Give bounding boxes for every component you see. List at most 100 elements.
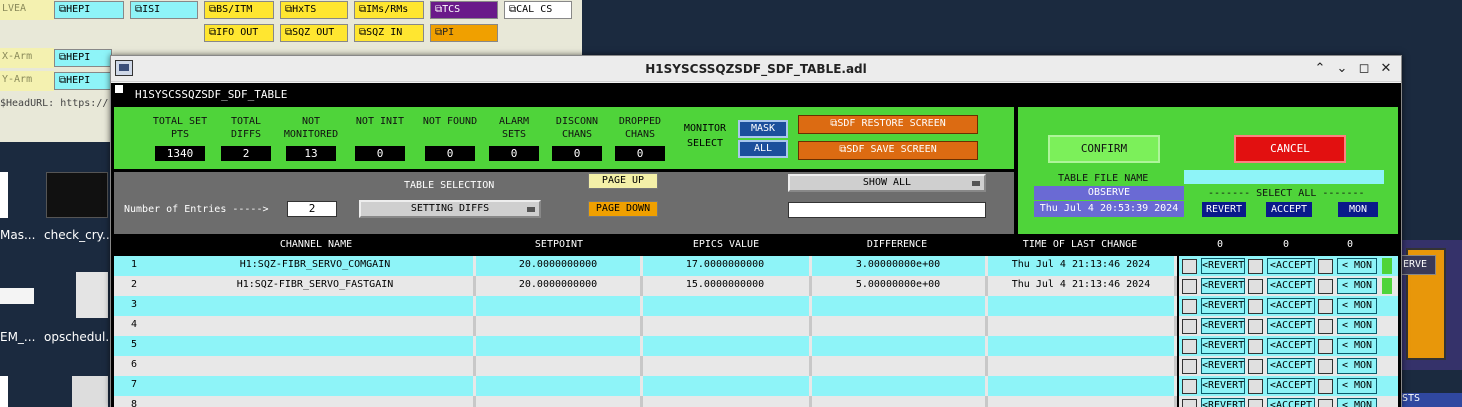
mon-row-button[interactable]: < MON xyxy=(1337,398,1377,407)
desktop-thumb-2[interactable] xyxy=(46,172,108,218)
bg-imsrms-button[interactable]: ⧉IMs/RMs xyxy=(354,1,424,19)
accept-checkbox[interactable] xyxy=(1248,339,1263,354)
bg-tcs-button[interactable]: ⧉TCS xyxy=(430,1,498,19)
accept-checkbox[interactable] xyxy=(1248,359,1263,374)
accept-row-button[interactable]: <ACCEPT xyxy=(1267,278,1315,294)
bg-hxts-button[interactable]: ⧉HxTS xyxy=(280,1,348,19)
window-titlebar[interactable]: H1SYSCSSQZSDF_SDF_TABLE.adl ⌃ ⌄ ◻ ✕ xyxy=(111,56,1401,82)
cancel-button[interactable]: CANCEL xyxy=(1234,135,1346,163)
bg-sqzout-button[interactable]: ⧉SQZ OUT xyxy=(280,24,348,42)
counter-not-monitored: NOT MONITORED 13 xyxy=(283,116,339,161)
mask-button[interactable]: MASK xyxy=(738,120,788,138)
accept-checkbox[interactable] xyxy=(1248,319,1263,334)
revert-row-button[interactable]: <REVERT xyxy=(1201,318,1245,334)
revert-all-button[interactable]: REVERT xyxy=(1202,202,1246,217)
accept-row-button[interactable]: <ACCEPT xyxy=(1267,298,1315,314)
bg-sqzin-button[interactable]: ⧉SQZ IN xyxy=(354,24,424,42)
accept-row-button[interactable]: <ACCEPT xyxy=(1267,338,1315,354)
filter-input[interactable] xyxy=(788,202,986,218)
mon-row-button[interactable]: < MON xyxy=(1337,318,1377,334)
page-down-button[interactable]: PAGE DOWN xyxy=(588,201,658,217)
mon-row-button[interactable]: < MON xyxy=(1337,338,1377,354)
desktop-thumb-4[interactable] xyxy=(76,272,108,318)
desktop-thumb-1[interactable] xyxy=(0,172,8,218)
revert-checkbox[interactable] xyxy=(1182,259,1197,274)
epics-value-cell: 15.0000000000 xyxy=(685,279,765,290)
revert-checkbox[interactable] xyxy=(1182,319,1197,334)
mon-checkbox[interactable] xyxy=(1318,379,1333,394)
mon-checkbox[interactable] xyxy=(1318,259,1333,274)
desktop-label-opschedul[interactable]: opschedul... xyxy=(44,330,117,344)
mon-checkbox[interactable] xyxy=(1318,339,1333,354)
bg-bsitm-button[interactable]: ⧉BS/ITM xyxy=(204,1,274,19)
revert-checkbox[interactable] xyxy=(1182,299,1197,314)
revert-row-button[interactable]: <REVERT xyxy=(1201,398,1245,407)
mon-row-button[interactable]: < MON xyxy=(1337,278,1377,294)
desktop-label-mas[interactable]: Mas... xyxy=(0,228,35,242)
mon-checkbox[interactable] xyxy=(1318,279,1333,294)
mon-row-button[interactable]: < MON xyxy=(1337,298,1377,314)
bg-hepi-button[interactable]: ⧉HEPI xyxy=(54,1,124,19)
accept-row-button[interactable]: <ACCEPT xyxy=(1267,398,1315,407)
confirm-button[interactable]: CONFIRM xyxy=(1048,135,1160,163)
restore-icon[interactable]: ⌄ xyxy=(1333,60,1351,78)
minimize-icon[interactable]: ⌃ xyxy=(1311,60,1329,78)
revert-checkbox[interactable] xyxy=(1182,379,1197,394)
desktop-label-check-cry[interactable]: check_cry... xyxy=(44,228,114,242)
table-selection-dropdown[interactable]: SETTING DIFFS xyxy=(359,200,541,218)
revert-row-button[interactable]: <REVERT xyxy=(1201,258,1245,274)
accept-checkbox[interactable] xyxy=(1248,399,1263,407)
row-gap xyxy=(1177,396,1179,407)
bg-right-button[interactable]: ERVE xyxy=(1400,255,1436,275)
revert-row-button[interactable]: <REVERT xyxy=(1201,358,1245,374)
page-up-button[interactable]: PAGE UP xyxy=(588,173,658,189)
revert-checkbox[interactable] xyxy=(1182,359,1197,374)
sdf-restore-screen-button[interactable]: ⧉SDF RESTORE SCREEN xyxy=(798,115,978,134)
revert-checkbox[interactable] xyxy=(1182,339,1197,354)
accept-row-button[interactable]: <ACCEPT xyxy=(1267,258,1315,274)
mon-row-button[interactable]: < MON xyxy=(1337,358,1377,374)
revert-checkbox[interactable] xyxy=(1182,399,1197,407)
desktop-label-em[interactable]: EM_... xyxy=(0,330,35,344)
bg-xarm-hepi-button[interactable]: ⧉HEPI xyxy=(54,49,112,67)
desktop-thumb-6[interactable] xyxy=(72,376,108,407)
revert-row-button[interactable]: <REVERT xyxy=(1201,338,1245,354)
accept-row-button[interactable]: <ACCEPT xyxy=(1267,378,1315,394)
revert-row-button[interactable]: <REVERT xyxy=(1201,278,1245,294)
revert-row-button[interactable]: <REVERT xyxy=(1201,298,1245,314)
show-all-dropdown[interactable]: SHOW ALL xyxy=(788,174,986,192)
revert-row-button[interactable]: <REVERT xyxy=(1201,378,1245,394)
revert-checkbox[interactable] xyxy=(1182,279,1197,294)
accept-all-button[interactable]: ACCEPT xyxy=(1266,202,1312,217)
close-icon[interactable]: ✕ xyxy=(1377,60,1395,78)
bg-ifoout-button[interactable]: ⧉IFO OUT xyxy=(204,24,274,42)
bg-isi-button[interactable]: ⧉ISI xyxy=(130,1,198,19)
accept-checkbox[interactable] xyxy=(1248,259,1263,274)
sdf-save-screen-button[interactable]: ⧉SDF SAVE SCREEN xyxy=(798,141,978,160)
maximize-icon[interactable]: ◻ xyxy=(1355,60,1373,78)
mon-checkbox[interactable] xyxy=(1318,319,1333,334)
row-number: 1 xyxy=(130,259,138,270)
accept-checkbox[interactable] xyxy=(1248,379,1263,394)
channel-name-cell: H1:SQZ-FIBR_SERVO_COMGAIN xyxy=(239,259,391,270)
column-separator xyxy=(640,296,643,316)
bg-yarm-hepi-button[interactable]: ⧉HEPI xyxy=(54,72,112,90)
mon-checkbox[interactable] xyxy=(1318,399,1333,407)
mon-checkbox[interactable] xyxy=(1318,359,1333,374)
all-button[interactable]: ALL xyxy=(738,140,788,158)
mon-checkbox[interactable] xyxy=(1318,299,1333,314)
mon-all-button[interactable]: MON xyxy=(1338,202,1378,217)
accept-checkbox[interactable] xyxy=(1248,299,1263,314)
mon-row-button[interactable]: < MON xyxy=(1337,378,1377,394)
accept-row-button[interactable]: <ACCEPT xyxy=(1267,318,1315,334)
accept-checkbox[interactable] xyxy=(1248,279,1263,294)
table-file-name-field[interactable] xyxy=(1184,170,1384,184)
accept-row-button[interactable]: <ACCEPT xyxy=(1267,358,1315,374)
bg-pi-button[interactable]: ⧉PI xyxy=(430,24,498,42)
mon-row-button[interactable]: < MON xyxy=(1337,258,1377,274)
bg-calcs-button[interactable]: ⧉CAL CS xyxy=(504,1,572,19)
table-row: 4 <REVERT <ACCEPT < MON xyxy=(114,316,1398,336)
column-separator xyxy=(473,356,476,376)
desktop-thumb-5[interactable] xyxy=(0,376,8,407)
desktop-thumb-3[interactable] xyxy=(0,288,34,304)
